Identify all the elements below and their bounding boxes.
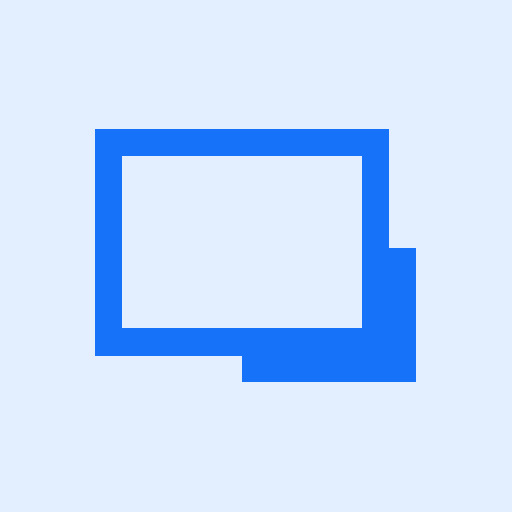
window-restore-icon [0, 0, 512, 512]
app-icon-canvas [0, 0, 512, 512]
front-window-inner [122, 156, 362, 328]
window-restore-icon-svg [95, 129, 416, 382]
